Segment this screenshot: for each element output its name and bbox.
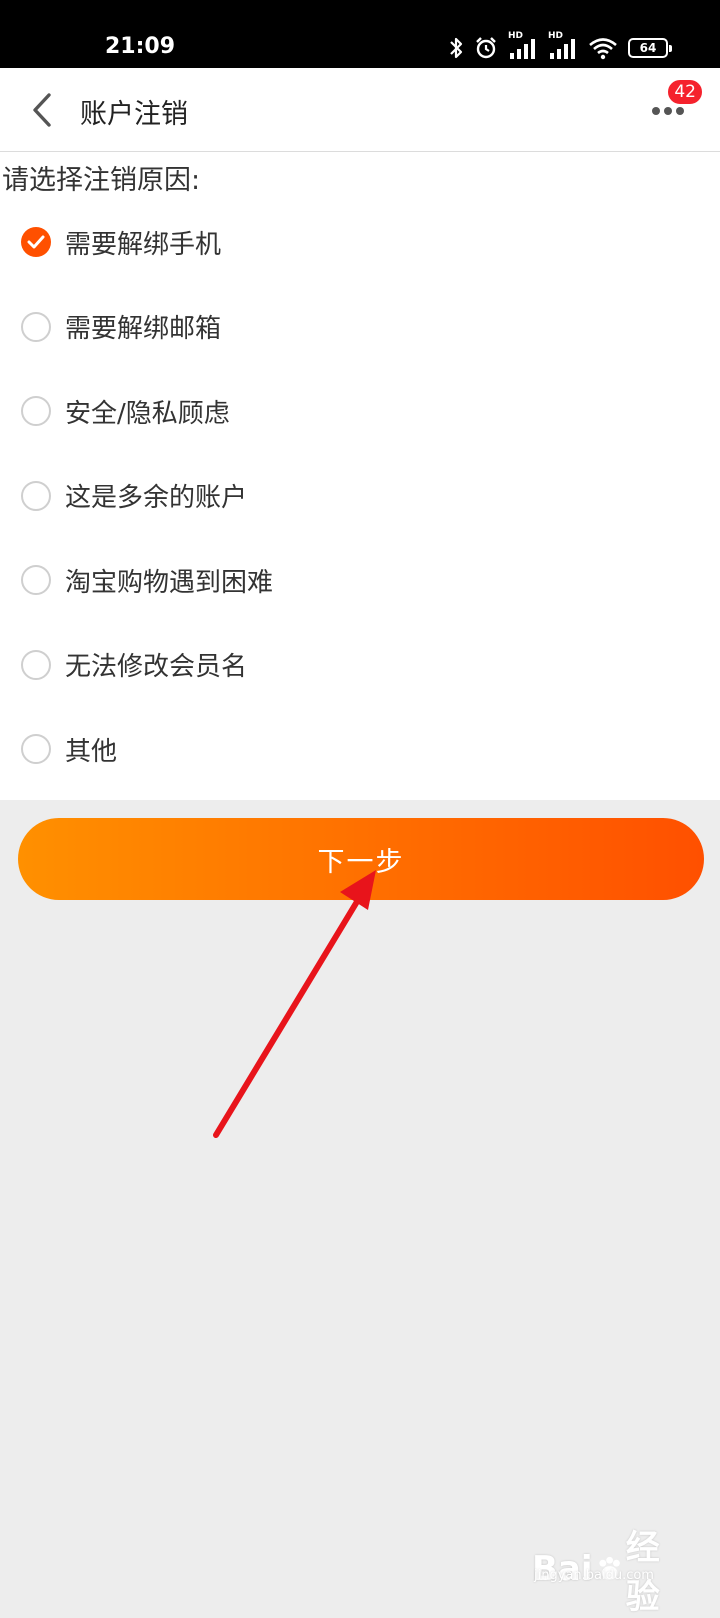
nav-bar: 账户注销 42	[0, 68, 720, 152]
reason-option-label: 这是多余的账户	[65, 483, 248, 514]
reason-option[interactable]: 需要解绑邮箱	[0, 285, 720, 370]
watermark-url: jingyan.baidu.com	[534, 1568, 654, 1583]
status-icons: HD HD 64	[448, 31, 672, 62]
reason-prompt: 请选择注销原因:	[2, 165, 201, 196]
reason-option[interactable]: 其他	[0, 707, 720, 792]
hd-label: HD	[548, 31, 564, 41]
chevron-left-icon	[33, 93, 51, 127]
radio-unchecked-icon[interactable]	[21, 311, 51, 342]
radio-unchecked-icon[interactable]	[21, 480, 51, 511]
more-dots-icon	[652, 107, 684, 115]
back-button[interactable]	[22, 88, 62, 132]
reason-option-label: 需要解绑手机	[65, 229, 222, 260]
hd-label: HD	[508, 31, 524, 41]
wifi-icon	[589, 38, 617, 60]
battery-level: 64	[639, 41, 657, 55]
reason-option[interactable]: 这是多余的账户	[0, 454, 720, 539]
reason-panel: 请选择注销原因: 需要解绑手机 需要解绑邮箱 安全/隐私顾虑 这是多余的账户 淘…	[0, 152, 720, 800]
reason-option-label: 需要解绑邮箱	[65, 314, 222, 345]
radio-unchecked-icon[interactable]	[21, 734, 51, 765]
next-step-button[interactable]: 下一步	[18, 818, 704, 900]
radio-unchecked-icon[interactable]	[21, 396, 51, 427]
alarm-icon	[476, 37, 496, 59]
signal-group-2: HD	[548, 31, 578, 59]
bluetooth-icon	[450, 37, 463, 59]
reason-option-label: 其他	[65, 736, 118, 767]
watermark: Bai 经验 jingyan.baidu.com	[532, 1512, 692, 1617]
status-bar: 21:09 HD HD 64	[0, 0, 720, 68]
reason-option[interactable]: 淘宝购物遇到困难	[0, 538, 720, 623]
reason-option-label: 无法修改会员名	[65, 652, 248, 683]
battery-icon: 64	[628, 38, 672, 58]
reason-option[interactable]: 需要解绑手机	[0, 200, 720, 285]
reason-option-label: 淘宝购物遇到困难	[65, 567, 274, 598]
reason-option-label: 安全/隐私顾虑	[65, 398, 230, 429]
radio-unchecked-icon[interactable]	[21, 565, 51, 596]
reason-option[interactable]: 安全/隐私顾虑	[0, 369, 720, 454]
reason-option[interactable]: 无法修改会员名	[0, 623, 720, 708]
radio-checked-icon[interactable]	[21, 227, 51, 258]
radio-unchecked-icon[interactable]	[21, 649, 51, 680]
page-title: 账户注销	[80, 99, 188, 130]
notification-badge: 42	[666, 78, 704, 106]
status-time: 21:09	[105, 34, 176, 59]
reason-option-list: 需要解绑手机 需要解绑邮箱 安全/隐私顾虑 这是多余的账户 淘宝购物遇到困难 无…	[0, 200, 720, 792]
signal-group-1: HD	[508, 31, 538, 59]
